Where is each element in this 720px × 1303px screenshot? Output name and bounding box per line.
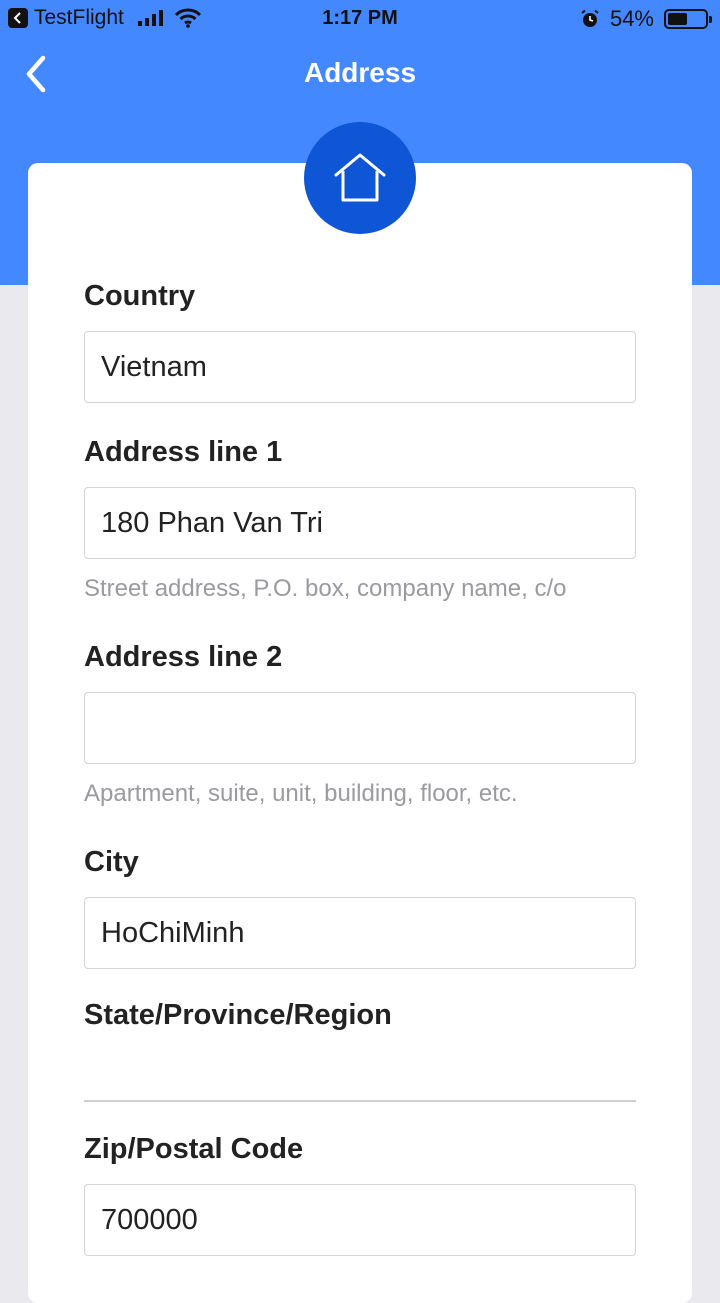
battery-icon (664, 9, 712, 29)
alarm-icon (580, 9, 600, 29)
address-line1-hint: Street address, P.O. box, company name, … (84, 575, 567, 602)
battery-percent: 54% (609, 6, 654, 31)
status-right: 54% (580, 6, 712, 32)
state-input[interactable] (84, 1040, 636, 1102)
country-input[interactable] (84, 331, 636, 403)
address-line1-input[interactable] (84, 487, 636, 559)
country-label: Country (84, 280, 196, 312)
home-badge (304, 122, 416, 234)
zip-input[interactable] (84, 1184, 636, 1256)
page-title: Address (303, 57, 417, 88)
battery-fill (668, 13, 688, 25)
state-label: State/Province/Region (84, 999, 392, 1031)
city-label: City (84, 846, 139, 878)
address-line1-label: Address line 1 (84, 436, 283, 468)
battery-nub (709, 16, 712, 23)
home-icon (334, 153, 386, 202)
status-bar: TestFlight 1:17 PM 54% (0, 0, 720, 38)
address-line2-label: Address line 2 (84, 641, 283, 673)
address-line2-hint: Apartment, suite, unit, building, floor,… (84, 780, 518, 807)
city-input[interactable] (84, 897, 636, 969)
address-line2-input[interactable] (84, 692, 636, 764)
zip-label: Zip/Postal Code (84, 1133, 304, 1165)
